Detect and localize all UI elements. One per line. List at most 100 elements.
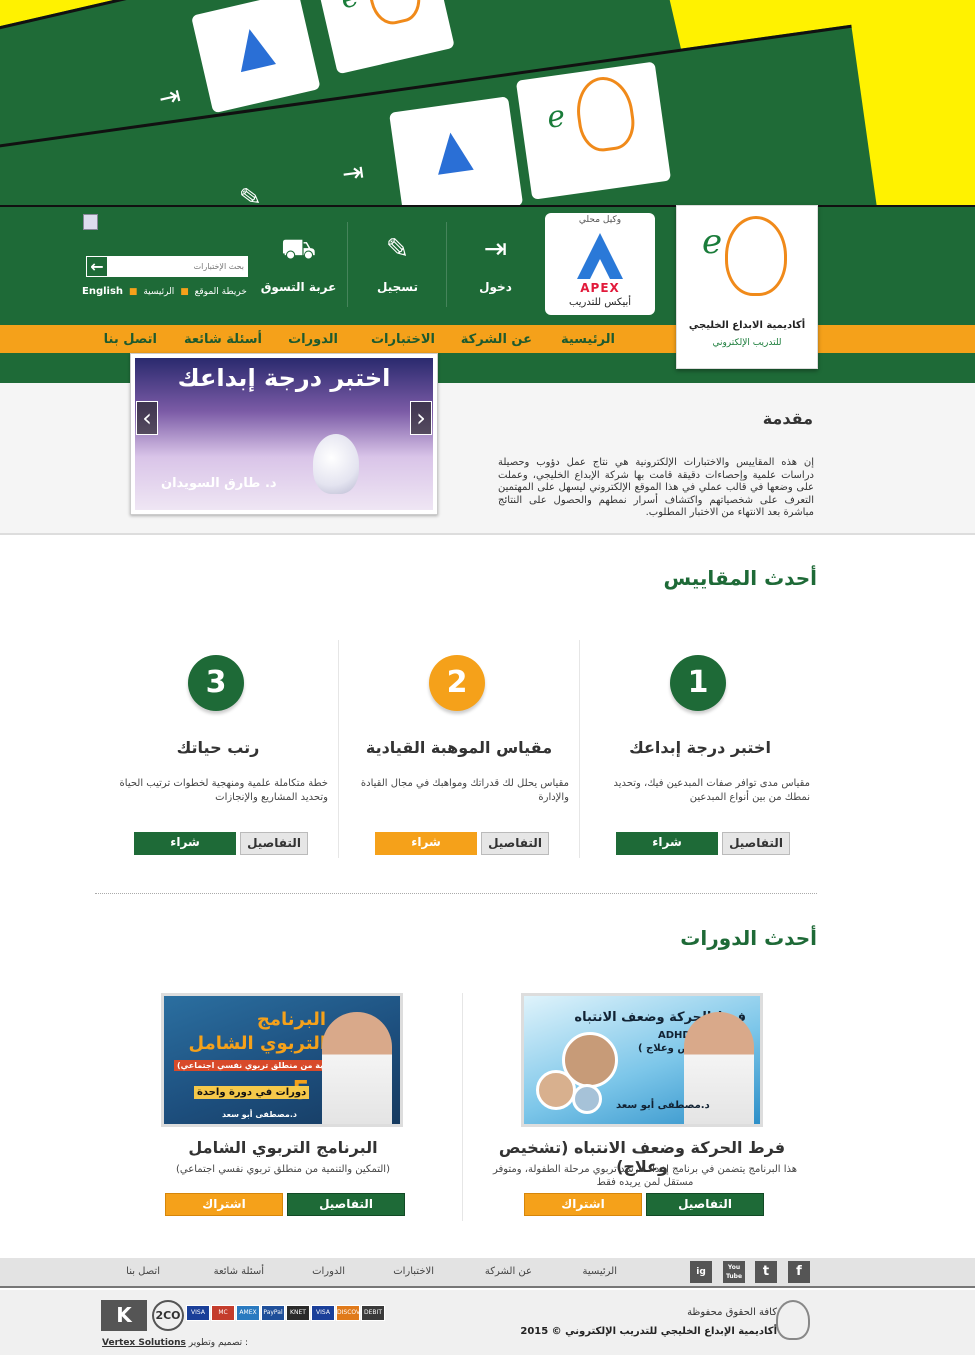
intro-title: مقدمة xyxy=(762,409,813,428)
twoco-icon: 2CO xyxy=(152,1300,184,1331)
cart-button[interactable]: ⛟ عربة التسوق xyxy=(256,230,341,310)
measures-section-title: أحدث المقاييس xyxy=(663,566,817,590)
measure-title[interactable]: اختبر درجة إبداعك xyxy=(584,738,816,757)
apex-wordmark: APEX xyxy=(580,281,620,295)
slide-author: د. طارق السويدان xyxy=(161,476,277,491)
course-image-count-text: دورات في دورة واحدة xyxy=(194,1086,310,1099)
menu-faq[interactable]: أسئلة شائعة xyxy=(184,332,262,347)
login-label: دخول xyxy=(479,280,512,294)
debit-card-icon: DEBIT xyxy=(361,1305,385,1321)
measure-card: 3 رتب حياتك خطة متكاملة علمية ومنهجية لخ… xyxy=(102,640,334,860)
divider xyxy=(95,893,817,894)
intro-text: إن هذه المقاييس والاختبارات الإلكترونية … xyxy=(498,457,814,518)
measure-number-badge: 3 xyxy=(188,655,244,711)
measure-details-button[interactable]: التفاصيل xyxy=(240,832,308,855)
course-title[interactable]: البرنامج التربوي الشامل xyxy=(160,1138,406,1157)
slider-next-chevron-icon[interactable]: › xyxy=(410,401,432,435)
measure-number-badge: 2 xyxy=(429,655,485,711)
site-logo[interactable]: e أكاديمية الابداع الخليجي للتدريب الإلك… xyxy=(676,205,818,369)
measure-details-button[interactable]: التفاصيل xyxy=(722,832,790,855)
banner-apex-card xyxy=(389,96,524,210)
course-image[interactable]: فرط الحركة وضعف الانتباه ADHD ( تشخيص وع… xyxy=(521,993,763,1127)
image-slider: اختبر درجة إبداعك د. طارق السويدان ‹ › xyxy=(130,353,438,515)
instagram-icon[interactable]: ig xyxy=(690,1261,712,1283)
footer-link-faq[interactable]: أسئلة شائعة xyxy=(214,1266,264,1277)
course-image-author: د.مصطفى أبو سعد xyxy=(616,1100,710,1111)
knet-icon: K xyxy=(101,1300,147,1331)
amex-card-icon: AMEX xyxy=(236,1305,260,1321)
measure-card: 1 اختبر درجة إبداعك مقياس مدى توافر صفات… xyxy=(584,640,816,860)
course-description: هذا البرنامج يتضمن في برنامج إعداد مرشد … xyxy=(492,1164,798,1188)
measure-buy-button[interactable]: شراء xyxy=(134,832,236,855)
banner-logo-card: e xyxy=(515,61,672,200)
course-description: (التمكين والتنمية من منطلق تربوي نفسي اج… xyxy=(176,1164,390,1175)
cart-icon: ⛟ xyxy=(280,232,317,265)
banner-logo-card: e xyxy=(313,0,455,75)
course-image-title: البرنامج التربوي الشامل xyxy=(188,1009,327,1054)
login-icon: ⇥ xyxy=(483,232,508,265)
slide-image: اختبر درجة إبداعك د. طارق السويدان xyxy=(135,358,433,510)
course-subscribe-button[interactable]: اشتراك xyxy=(165,1193,283,1216)
cart-label: عربة التسوق xyxy=(260,280,337,294)
measure-buy-button[interactable]: شراء xyxy=(616,832,718,855)
measure-title[interactable]: رتب حياتك xyxy=(102,738,334,757)
measure-buy-button[interactable]: شراء xyxy=(375,832,477,855)
broken-image-icon xyxy=(83,214,98,230)
course-image[interactable]: البرنامج التربوي الشامل (التمكين والتنمي… xyxy=(161,993,403,1127)
course-image-author: د.مصطفى أبو سعد xyxy=(222,1110,297,1119)
footer-link-about[interactable]: عن الشركة xyxy=(485,1266,532,1277)
register-label: تسجيل xyxy=(377,280,418,294)
apex-caption: أبيكس للتدريب xyxy=(568,297,632,308)
child-photo xyxy=(536,1070,576,1110)
menu-about[interactable]: عن الشركة xyxy=(461,332,532,347)
credit-company-link[interactable]: Vertex Solutions xyxy=(102,1338,186,1348)
design-credit: Vertex Solutions تصميم وتطوير : xyxy=(102,1338,248,1348)
child-photo xyxy=(572,1084,602,1114)
slider-prev-chevron-icon[interactable]: ‹ xyxy=(136,401,158,435)
slide-bulb-icon xyxy=(313,434,359,494)
bulb-icon xyxy=(725,216,787,296)
english-link[interactable]: English xyxy=(82,286,123,297)
menu-tests[interactable]: الاختبارات xyxy=(371,332,435,347)
youtube-icon[interactable]: You Tube xyxy=(723,1261,745,1283)
slide-title: اختبر درجة إبداعك xyxy=(177,364,391,392)
search-input[interactable] xyxy=(108,256,248,277)
discover-card-icon: DISCOVER xyxy=(336,1305,368,1321)
visa-electron-icon: VISA xyxy=(311,1305,335,1321)
measure-details-button[interactable]: التفاصيل xyxy=(481,832,549,855)
footer-link-tests[interactable]: الاختبارات xyxy=(393,1266,434,1277)
course-details-button[interactable]: التفاصيل xyxy=(646,1193,764,1216)
courses-section-title: أحدث الدورات xyxy=(680,926,817,950)
twitter-icon[interactable]: t xyxy=(755,1261,777,1283)
logo-subtitle: للتدريب الإلكتروني xyxy=(712,338,782,348)
menu-home[interactable]: الرئيسية xyxy=(561,332,615,347)
menu-contact[interactable]: اتصل بنا xyxy=(104,332,157,347)
register-icon: ✎ xyxy=(385,232,410,265)
facebook-icon[interactable]: f xyxy=(788,1261,810,1283)
mastercard-icon: MC xyxy=(211,1305,235,1321)
course-details-button[interactable]: التفاصيل xyxy=(287,1193,405,1216)
top-links: English ■ خريطة الموقع ■ الرئيسية xyxy=(82,286,247,297)
academy-copyright: أكاديمية الإبداع الخليجي للتدريب الإلكتر… xyxy=(520,1326,777,1337)
login-button[interactable]: ⇥ دخول xyxy=(453,230,538,310)
visa-card-icon: VISA xyxy=(186,1305,210,1321)
footer-logo-icon xyxy=(776,1300,810,1340)
footer-link-home[interactable]: الرئيسية xyxy=(583,1266,617,1277)
search-submit-arrow-icon[interactable]: ← xyxy=(86,256,108,277)
menu-courses[interactable]: الدورات xyxy=(288,332,338,347)
sitemap-link[interactable]: خريطة الموقع xyxy=(195,287,247,297)
knet-card-icon: KNET xyxy=(286,1305,310,1321)
banner-collage: e ⇥ e ⇥ ✎ xyxy=(0,0,975,210)
banner-login-icon: ⇥ xyxy=(155,80,184,115)
banner-login-icon: ⇥ xyxy=(340,157,366,190)
footer-link-contact[interactable]: اتصل بنا xyxy=(126,1266,160,1277)
measure-card: 2 مقياس الموهبة القيادية مقياس يحلل لك ق… xyxy=(343,640,575,860)
measure-title[interactable]: مقياس الموهبة القيادية xyxy=(343,738,575,757)
apex-partner-logo[interactable]: وكيل محلي APEX أبيكس للتدريب xyxy=(545,213,655,315)
footer-link-courses[interactable]: الدورات xyxy=(312,1266,345,1277)
home-top-link[interactable]: الرئيسية xyxy=(143,287,174,297)
presenter-photo xyxy=(322,1012,392,1124)
register-button[interactable]: ✎ تسجيل xyxy=(355,230,440,310)
banner-apex-card xyxy=(191,0,321,114)
course-subscribe-button[interactable]: اشتراك xyxy=(524,1193,642,1216)
